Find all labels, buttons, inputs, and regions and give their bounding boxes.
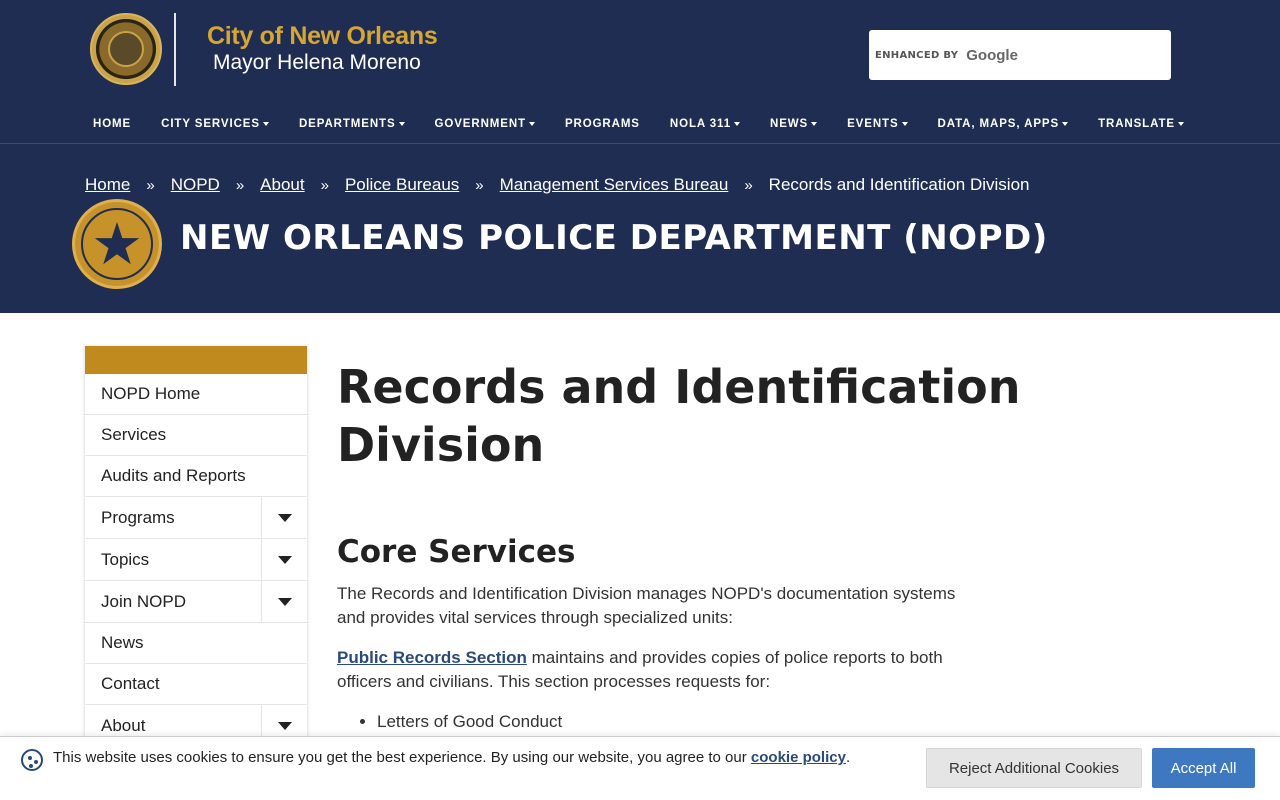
nav-item-label: EVENTS: [847, 118, 899, 130]
reject-cookies-button[interactable]: Reject Additional Cookies: [926, 748, 1142, 788]
department-hero: Home » NOPD » About » Police Bureaus » Managemen…: [0, 144, 1280, 313]
caret-down-icon: [1062, 121, 1069, 126]
breadcrumb-separator: »: [235, 176, 245, 194]
sidebar-nav: NOPD Home Services Audits and Reports Progr…: [85, 346, 307, 747]
caret-down-icon: [901, 121, 908, 126]
breadcrumb-separator: »: [146, 176, 155, 194]
sidebar-item-label: NOPD Home: [101, 384, 201, 403]
cookie-message: This website uses cookies to ensure you …: [53, 747, 853, 769]
sidebar-expand-toggle[interactable]: [261, 581, 307, 622]
nav-item-label: NEWS: [770, 118, 809, 130]
cookie-policy-link[interactable]: cookie policy: [751, 749, 846, 766]
city-title[interactable]: City of New Orleans: [207, 22, 438, 51]
nopd-badge-logo: ★: [72, 199, 162, 289]
breadcrumb-separator: »: [744, 176, 753, 194]
search-input[interactable]: ENHANCED BY Google: [869, 30, 1171, 80]
sidebar-item-topics[interactable]: Topics: [85, 539, 307, 581]
section-title: Core Services: [337, 534, 576, 570]
sidebar-item-audits-and-reports[interactable]: Audits and Reports: [85, 456, 307, 497]
sidebar-item-programs[interactable]: Programs: [85, 497, 307, 539]
nav-item-news[interactable]: NEWS: [755, 118, 832, 130]
cookie-text: This website uses cookies to ensure you …: [53, 749, 751, 766]
breadcrumb-item[interactable]: Management Services Bureau: [500, 175, 729, 195]
caret-down-icon: [398, 121, 405, 126]
page-title: Records and Identification Division: [337, 360, 1021, 472]
breadcrumb-separator: »: [320, 176, 329, 194]
nav-item-label: DATA, MAPS, APPS: [937, 118, 1060, 130]
cookie-banner: This website uses cookies to ensure you …: [0, 736, 1280, 800]
cookie-period: .: [845, 749, 851, 766]
sidebar-header-bar: [85, 346, 307, 374]
nav-item-label: TRANSLATE: [1098, 118, 1175, 130]
nav-item-translate[interactable]: TRANSLATE: [1083, 118, 1199, 130]
nav-item-label: DEPARTMENTS: [298, 118, 396, 130]
breadcrumb-item[interactable]: About: [260, 175, 304, 195]
sidebar-item-services[interactable]: Services: [85, 415, 307, 456]
nav-item-government[interactable]: GOVERNMENT: [420, 118, 550, 130]
sidebar-item-label: About: [101, 715, 146, 735]
sidebar-item-news[interactable]: News: [85, 623, 307, 664]
caret-down-icon: [262, 121, 269, 126]
breadcrumb-item[interactable]: Home: [85, 175, 130, 195]
mayor-name: Mayor Helena Moreno: [213, 51, 421, 74]
sidebar-item-nopd-home[interactable]: NOPD Home: [85, 374, 307, 415]
nav-item-events[interactable]: EVENTS: [832, 118, 922, 130]
nav-item-city-services[interactable]: CITY SERVICES: [146, 118, 284, 130]
caret-down-icon: [528, 121, 535, 126]
sidebar-item-contact[interactable]: Contact: [85, 664, 307, 705]
nav-item-departments[interactable]: DEPARTMENTS: [284, 118, 420, 130]
triangle-down-icon: [277, 721, 292, 730]
sidebar-expand-toggle[interactable]: [261, 539, 307, 580]
list-item: Letters of Good Conduct: [377, 710, 1037, 734]
sidebar-item-join-nopd[interactable]: Join NOPD: [85, 581, 307, 623]
search-enhanced-label: ENHANCED BY: [875, 49, 959, 61]
cookie-icon: [21, 749, 43, 771]
public-records-paragraph: Public Records Section maintains and pro…: [337, 646, 977, 694]
sidebar-item-label: Join NOPD: [101, 591, 187, 611]
sidebar-item-label: Services: [101, 425, 167, 444]
intro-paragraph: The Records and Identification Division …: [337, 584, 956, 627]
nav-item-home[interactable]: HOME: [78, 118, 146, 130]
breadcrumb-item: Records and Identification Division: [768, 175, 1030, 194]
city-seal-logo[interactable]: [90, 13, 162, 85]
caret-down-icon: [1177, 121, 1184, 126]
nav-item-nola-311[interactable]: NOLA 311: [655, 118, 755, 130]
sidebar-item-label: Topics: [101, 549, 150, 569]
breadcrumb-item[interactable]: NOPD: [171, 175, 220, 195]
accept-cookies-button[interactable]: Accept All: [1152, 748, 1255, 788]
nav-item-label: HOME: [93, 118, 132, 130]
caret-down-icon: [734, 121, 740, 126]
nav-item-label: GOVERNMENT: [434, 118, 526, 130]
caret-down-icon: [811, 121, 818, 126]
nav-item-programs[interactable]: PROGRAMS: [550, 118, 655, 130]
breadcrumb-item[interactable]: Police Bureaus: [345, 175, 459, 195]
google-logo: Google: [966, 46, 1018, 64]
nav-item-label: PROGRAMS: [564, 118, 640, 130]
department-title: NEW ORLEANS POLICE DEPARTMENT (NOPD): [180, 218, 1048, 258]
main-content: Records and Identification Division Core…: [337, 358, 1037, 758]
breadcrumb: Home » NOPD » About » Police Bureaus » Managemen…: [85, 175, 1029, 195]
nav-item-label: CITY SERVICES: [161, 118, 260, 130]
triangle-down-icon: [277, 555, 292, 564]
header-divider: [174, 13, 176, 86]
nav-item-label: NOLA 311: [669, 118, 731, 130]
sidebar-expand-toggle[interactable]: [261, 497, 307, 538]
breadcrumb-separator: »: [475, 176, 484, 194]
nav-item-data-maps-apps[interactable]: DATA, MAPS, APPS: [923, 118, 1084, 130]
triangle-down-icon: [277, 597, 292, 606]
public-records-link[interactable]: Public Records Section: [337, 648, 527, 667]
sidebar-item-label: Contact: [101, 674, 160, 693]
sidebar-item-label: Programs: [101, 507, 175, 527]
sidebar-item-label: News: [101, 633, 144, 652]
main-nav: HOME CITY SERVICES DEPARTMENTS GOVERNMENT PR…: [78, 108, 1199, 140]
sidebar-item-label: Audits and Reports: [101, 466, 246, 485]
triangle-down-icon: [277, 513, 292, 522]
site-header: City of New Orleans Mayor Helena Moreno …: [0, 0, 1280, 144]
